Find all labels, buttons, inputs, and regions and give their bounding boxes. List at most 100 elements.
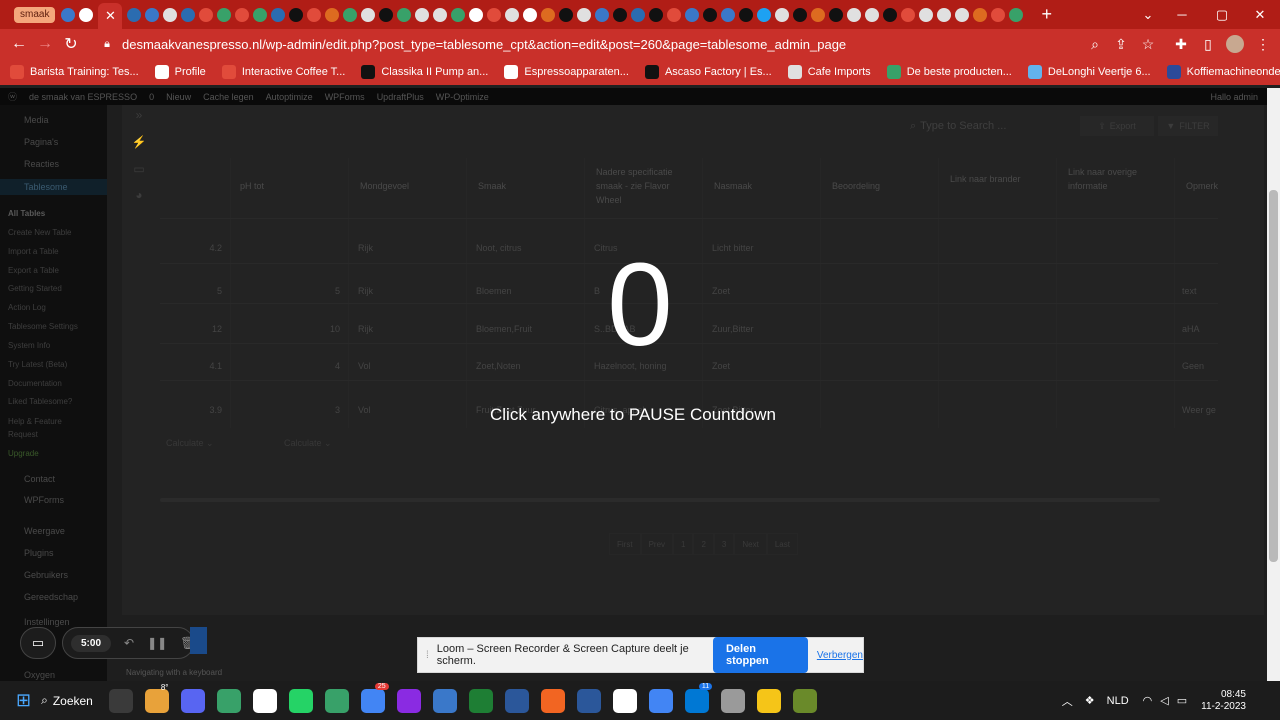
- undo-icon[interactable]: ↶: [124, 636, 134, 650]
- pause-icon[interactable]: ❚❚: [147, 636, 167, 650]
- active-tab[interactable]: ✕: [98, 3, 123, 29]
- bookmark-item[interactable]: Classika II Pump an...: [361, 65, 488, 79]
- sidebar-item-oxygen[interactable]: Oxygen: [0, 668, 107, 682]
- pagination-button[interactable]: 3: [713, 533, 735, 555]
- sidebar-subitem[interactable]: System Info: [0, 339, 107, 353]
- table-cell[interactable]: Licht bitter: [712, 243, 817, 253]
- tab-favicon-icon[interactable]: [289, 7, 304, 22]
- tab-favicon-icon[interactable]: [577, 7, 592, 22]
- table-cell[interactable]: 12: [180, 324, 222, 334]
- bookmark-item[interactable]: Cafe Imports: [787, 65, 871, 79]
- sidebar-item-comments[interactable]: Reacties: [0, 157, 107, 171]
- palette-icon[interactable]: ◕: [131, 188, 147, 202]
- pagination-button[interactable]: Next: [734, 533, 767, 555]
- bookmark-item[interactable]: Profile: [154, 65, 206, 79]
- pagination-button[interactable]: Prev: [640, 533, 674, 555]
- tab-favicon-icon[interactable]: [829, 7, 844, 22]
- site-name[interactable]: de smaak van ESPRESSO: [29, 92, 137, 102]
- tab-favicon-icon[interactable]: [181, 7, 196, 22]
- tab-favicon-icon[interactable]: [667, 7, 682, 22]
- sidebar-item-contact[interactable]: Contact: [0, 472, 107, 486]
- taskbar-app-icon[interactable]: 8°: [144, 683, 169, 713]
- tab-favicon-icon[interactable]: [235, 7, 250, 22]
- countdown-number[interactable]: 0: [560, 240, 720, 370]
- sidebar-subitem[interactable]: All Tables: [0, 207, 107, 221]
- lock-icon[interactable]: 🔒︎: [94, 38, 120, 51]
- tab-favicon-icon[interactable]: [613, 7, 628, 22]
- minimize-icon[interactable]: ─: [1162, 0, 1202, 29]
- table-cell[interactable]: Zoet: [712, 361, 817, 371]
- optimize-menu[interactable]: WP-Optimize: [436, 92, 489, 102]
- bookmark-item[interactable]: Espressoapparaten...: [504, 65, 629, 79]
- taskbar-app-icon[interactable]: 11: [684, 682, 713, 713]
- table-header-cell[interactable]: Link naar brander: [950, 172, 1050, 186]
- tab-favicon-icon[interactable]: [991, 7, 1006, 22]
- blue-button-partial[interactable]: [190, 627, 207, 654]
- tab-favicon-icon[interactable]: [793, 7, 808, 22]
- sidebar-subitem[interactable]: Getting Started: [0, 282, 107, 296]
- taskbar-app-icon[interactable]: [252, 688, 277, 713]
- tab-favicon-icon[interactable]: [379, 7, 394, 22]
- maximize-icon[interactable]: ▢: [1202, 0, 1242, 29]
- taskbar-app-icon[interactable]: [324, 688, 349, 713]
- tab-favicon-icon[interactable]: [433, 7, 448, 22]
- table-cell[interactable]: 4.1: [180, 361, 222, 371]
- table-cell[interactable]: Geen: [1182, 361, 1216, 371]
- tab-favicon-icon[interactable]: [253, 7, 268, 22]
- tab-favicon-icon[interactable]: [163, 7, 178, 22]
- taskbar-app-icon[interactable]: [432, 688, 457, 713]
- taskbar-app-icon[interactable]: [720, 688, 745, 713]
- taskbar-app-icon[interactable]: [612, 688, 637, 713]
- pagination-button[interactable]: First: [609, 533, 641, 555]
- tab-favicon-icon[interactable]: [325, 7, 340, 22]
- taskbar-app-icon[interactable]: [504, 688, 529, 713]
- taskbar-search[interactable]: ⌕ Zoeken: [41, 693, 93, 708]
- tab-favicon-icon[interactable]: [901, 7, 916, 22]
- table-cell[interactable]: Vol: [358, 361, 463, 371]
- tab-favicon-icon[interactable]: [61, 7, 76, 22]
- taskbar-app-icon[interactable]: [396, 688, 421, 713]
- tab-favicon-icon[interactable]: [1009, 7, 1024, 22]
- side-panel-icon[interactable]: ▯: [1195, 29, 1221, 59]
- taskbar-app-icon[interactable]: [540, 688, 565, 713]
- calculate-dropdown[interactable]: Calculate ⌄: [284, 438, 332, 449]
- bookmark-item[interactable]: DeLonghi Veertje 6...: [1027, 65, 1151, 79]
- chevron-right-icon[interactable]: »: [131, 108, 147, 122]
- dropbox-icon[interactable]: ❖: [1085, 694, 1095, 707]
- sidebar-item-wpforms[interactable]: WPForms: [0, 493, 107, 507]
- tab-favicon-icon[interactable]: [649, 7, 664, 22]
- sidebar-subitem[interactable]: Action Log: [0, 301, 107, 315]
- bookmark-item[interactable]: De beste producten...: [886, 65, 1012, 79]
- search-input[interactable]: Type to Search ...: [920, 120, 1006, 132]
- table-horizontal-scrollbar[interactable]: [160, 498, 1160, 502]
- sidebar-item-plugins[interactable]: Plugins: [0, 546, 107, 560]
- tab-favicon-icon[interactable]: [685, 7, 700, 22]
- menu-icon[interactable]: ⋮: [1250, 29, 1276, 59]
- lightning-icon[interactable]: ⚡: [131, 135, 147, 149]
- sidebar-item-pages[interactable]: Pagina's: [0, 135, 107, 149]
- tab-favicon-icon[interactable]: [415, 7, 430, 22]
- table-cell[interactable]: 4.2: [180, 243, 222, 253]
- tab-favicon-icon[interactable]: [739, 7, 754, 22]
- sidebar-item-appearance[interactable]: Weergave: [0, 524, 107, 538]
- table-cell[interactable]: Zoet: [712, 286, 817, 296]
- sidebar-subitem[interactable]: Documentation: [0, 377, 107, 391]
- pagination-button[interactable]: 1: [673, 533, 694, 555]
- tab-favicon-icon[interactable]: [811, 7, 826, 22]
- sidebar-item-media[interactable]: Media: [0, 113, 107, 127]
- zoom-icon[interactable]: ⌕: [1082, 29, 1108, 59]
- sidebar-subitem[interactable]: Create New Table: [0, 226, 107, 240]
- battery-icon[interactable]: ▭: [1177, 694, 1187, 707]
- hide-link[interactable]: Verbergen: [817, 650, 863, 661]
- sidebar-subitem[interactable]: Help & Feature: [0, 415, 107, 429]
- bookmark-item[interactable]: Ascaso Factory | Es...: [644, 65, 772, 79]
- taskbar-clock[interactable]: 08:45 11-2-2023: [1201, 689, 1246, 713]
- tab-favicon-icon[interactable]: [757, 7, 772, 22]
- table-header-cell[interactable]: Nadere specificatie smaak - zie Flavor W…: [596, 165, 696, 207]
- table-header-cell[interactable]: Nasmaak: [714, 179, 814, 193]
- cache-menu[interactable]: Cache legen: [203, 92, 254, 102]
- table-cell[interactable]: Rijk: [358, 286, 463, 296]
- tab-favicon-icon[interactable]: [505, 7, 520, 22]
- bookmark-item[interactable]: Koffiemachineonde...: [1166, 65, 1280, 79]
- taskbar-app-icon[interactable]: 25: [360, 682, 389, 713]
